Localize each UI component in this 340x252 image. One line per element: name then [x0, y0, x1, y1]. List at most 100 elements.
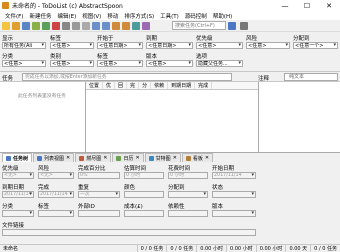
close-icon[interactable]: ✕: [318, 0, 340, 11]
allocated-to-select[interactable]: [168, 191, 208, 198]
filter-start-select[interactable]: <任意日期>: [97, 42, 143, 49]
tab-list-view[interactable]: 列表视图 ✕: [33, 153, 75, 162]
filter-version-select[interactable]: <任意>: [146, 60, 193, 67]
task-grid[interactable]: [86, 90, 258, 152]
category-select[interactable]: [2, 210, 34, 217]
new-subtask-icon[interactable]: [42, 21, 50, 30]
copy-icon[interactable]: [72, 21, 80, 30]
close-tab-icon[interactable]: ✕: [103, 155, 107, 161]
done-date-label: 完成: [38, 185, 50, 191]
view-tabs: 任务树 列表视图 ✕ 燃尽图 ✕ 日历 ✕ 甘特图 ✕ 看板 ✕: [0, 152, 340, 162]
risk-select[interactable]: <无>: [38, 172, 74, 179]
search-icon[interactable]: [228, 22, 236, 30]
status-select[interactable]: [212, 191, 256, 198]
undo-icon[interactable]: [92, 21, 100, 30]
minimize-icon[interactable]: —: [274, 0, 296, 11]
print-icon[interactable]: [132, 21, 140, 30]
new-task-input[interactable]: 完成任务以添加,或按Enter添加新任务: [22, 73, 232, 81]
open-folder-icon[interactable]: [12, 21, 20, 30]
time-estimate-field[interactable]: 0 小时: [124, 172, 164, 179]
close-tab-icon[interactable]: ✕: [66, 155, 70, 161]
cost-field[interactable]: [124, 210, 164, 217]
maximize-icon[interactable]: ☐: [296, 0, 318, 11]
new-file-icon[interactable]: [2, 21, 10, 30]
close-tab-icon[interactable]: ✕: [135, 155, 139, 161]
time-spent-field[interactable]: 0 小时: [168, 172, 208, 179]
dependency-field[interactable]: [168, 210, 208, 217]
new-task-icon[interactable]: [32, 21, 40, 30]
filter-assigned-select[interactable]: <任意一个>: [293, 42, 338, 49]
external-id-field[interactable]: [78, 210, 120, 217]
color-button[interactable]: [124, 191, 164, 198]
comments-pane[interactable]: [258, 82, 340, 152]
column-done[interactable]: 完成: [195, 82, 213, 89]
filter-icon[interactable]: [142, 21, 150, 30]
cost-label: 成本(£): [124, 204, 143, 210]
tab-gantt[interactable]: 甘特图 ✕: [144, 153, 181, 162]
filter-options-label: 选项: [196, 54, 208, 60]
filter-due-select[interactable]: <任意日期>: [146, 42, 193, 49]
close-tab-icon[interactable]: ✕: [205, 155, 209, 161]
filter-show-select[interactable]: 所有任务(Ali: [2, 42, 46, 49]
recurrence-select[interactable]: 一次: [78, 191, 120, 198]
menu-move[interactable]: 移动: [104, 12, 121, 20]
delete-task-icon[interactable]: [52, 21, 60, 30]
tags-select[interactable]: [38, 210, 74, 217]
column-priority[interactable]: 优: [103, 82, 116, 89]
tab-kanban[interactable]: 看板 ✕: [181, 153, 214, 162]
filter-priority-select[interactable]: <任意>: [196, 42, 243, 49]
move-down-icon[interactable]: [122, 21, 130, 30]
menu-edit[interactable]: 编辑(E): [54, 12, 79, 20]
empty-tasklist-hint: 此任务列表里没有任务: [18, 94, 66, 99]
menu-view[interactable]: 视图(V): [79, 12, 104, 20]
toolbar: [0, 20, 340, 32]
filter-tag2-select[interactable]: <任意>: [97, 60, 143, 67]
tab-calendar[interactable]: 日历 ✕: [112, 153, 144, 162]
move-up-icon[interactable]: [112, 21, 120, 30]
redo-icon[interactable]: [102, 21, 110, 30]
start-date-picker[interactable]: 2017/11/14: [212, 172, 256, 179]
column-assigned[interactable]: 分: [139, 82, 152, 89]
save-icon[interactable]: [22, 21, 30, 30]
file-link-field[interactable]: [2, 229, 256, 236]
file-link-label: 文件链接: [2, 223, 25, 229]
status-filename: 未命名: [3, 246, 19, 252]
filter-category-select[interactable]: <任意>: [2, 60, 46, 67]
preferences-icon[interactable]: [240, 22, 248, 30]
column-recurring[interactable]: 回: [115, 82, 128, 89]
filter-options-select[interactable]: 隐藏父任务...: [196, 60, 243, 67]
filter-tag-select[interactable]: <任意>: [50, 42, 94, 49]
comments-label: 注释: [258, 76, 270, 82]
menu-help[interactable]: 帮助(H): [210, 12, 235, 20]
tab-task-tree[interactable]: 任务树: [2, 153, 33, 162]
comment-format-select[interactable]: 纯文本: [284, 73, 338, 81]
filter-assigned-label: 分配到: [293, 36, 310, 42]
column-position[interactable]: 位置: [86, 82, 104, 89]
paste-icon[interactable]: [82, 21, 90, 30]
column-due-date[interactable]: 到期日期: [168, 82, 196, 89]
due-date-picker[interactable]: 2017/11/14: [2, 191, 34, 198]
start-date-label: 开始日期: [212, 166, 235, 172]
percent-done-label: 完成百分比: [78, 166, 106, 172]
version-select[interactable]: [212, 210, 256, 217]
column-percent[interactable]: 完: [127, 82, 140, 89]
menu-new-task[interactable]: 新建任务: [26, 12, 54, 20]
close-tab-icon[interactable]: ✕: [173, 155, 177, 161]
color-label: 颜色: [124, 185, 136, 191]
status-selected-count: 0 / 0 任务: [166, 245, 196, 252]
priority-select[interactable]: <无>: [2, 172, 34, 179]
tab-burndown[interactable]: 燃尽图 ✕: [75, 153, 112, 162]
menu-source-control[interactable]: 源码控制: [182, 12, 210, 20]
done-date-picker[interactable]: 2017/11/14: [38, 191, 74, 198]
menu-tools[interactable]: 工具(T): [157, 12, 182, 20]
filter-type-select[interactable]: <任意>: [50, 60, 94, 67]
cut-icon[interactable]: [62, 21, 70, 30]
app-logo-icon: [2, 2, 9, 9]
search-input[interactable]: 搜索任务(Ctrl+F): [172, 21, 226, 30]
column-depends[interactable]: 依赖: [151, 82, 169, 89]
filter-tag2-label: 标签: [97, 54, 109, 60]
filter-risk-select[interactable]: <任意>: [246, 42, 290, 49]
menu-sort[interactable]: 排序方式(S): [121, 12, 157, 20]
percent-done-field[interactable]: 0%: [78, 172, 120, 179]
menu-file[interactable]: 文件(F): [2, 12, 26, 20]
